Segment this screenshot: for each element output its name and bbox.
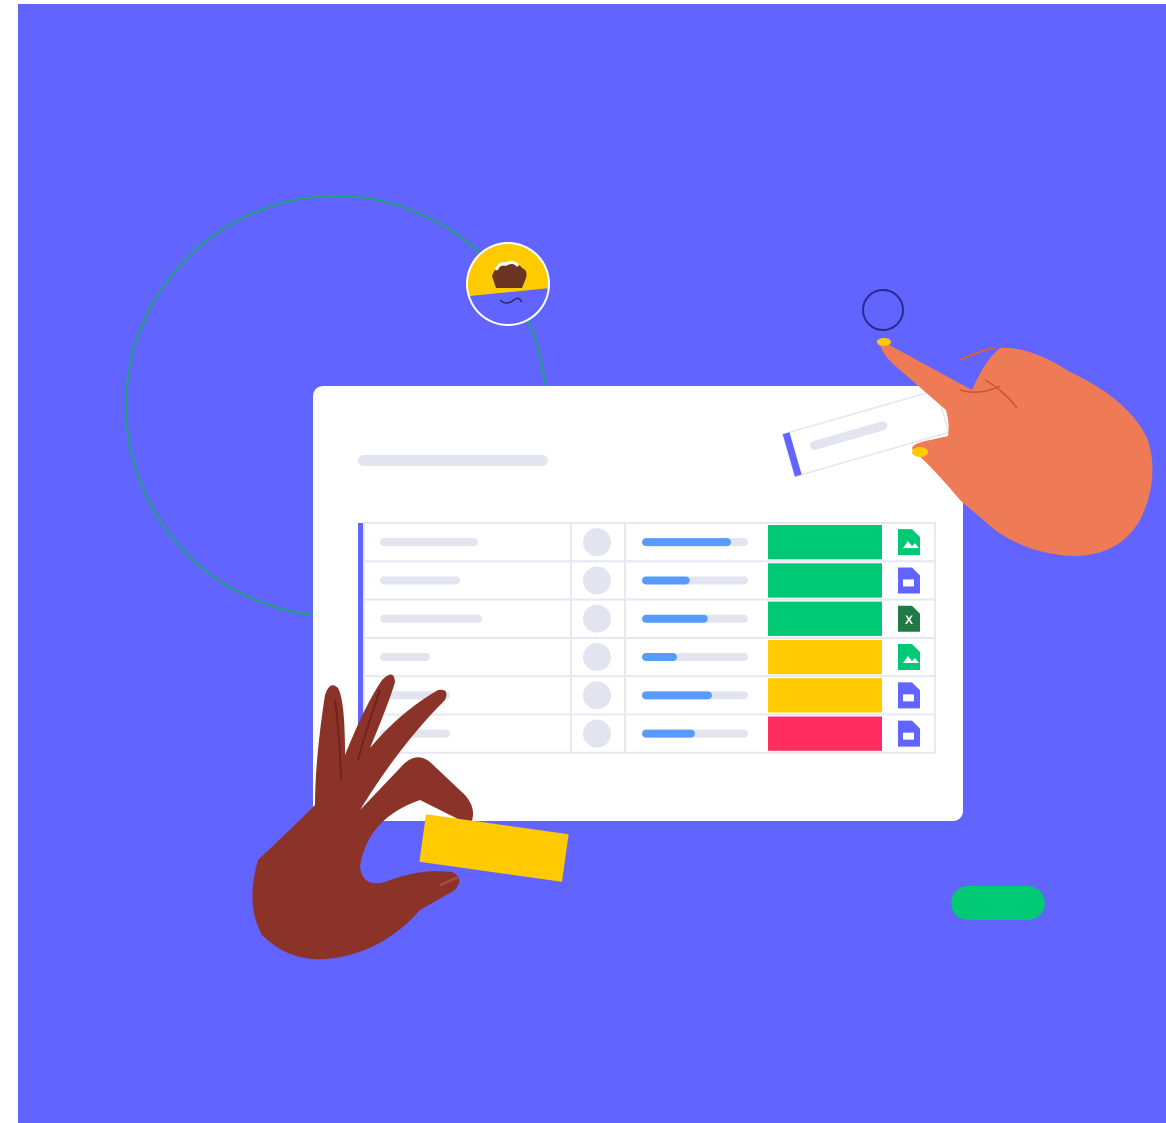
status-cell [768,639,882,675]
item-name-placeholder [380,576,460,585]
file-glyph [903,579,914,587]
green-pill [951,886,1045,920]
progress-fill [642,691,712,700]
status-cell [768,678,882,713]
status-cell [768,601,882,636]
item-name-placeholder [380,614,482,623]
file-glyph: X [905,613,913,627]
person-avatar [583,681,611,710]
item-name-placeholder [380,653,430,662]
progress-fill [642,538,732,547]
illustration-stage: X [18,4,1166,1123]
progress-fill [642,576,690,585]
progress-fill [642,729,695,738]
person-avatar [583,528,611,557]
file-glyph [903,732,914,740]
person-avatar [583,604,611,633]
progress-fill [642,614,708,623]
person-avatar [583,719,611,748]
board-title-placeholder [358,455,548,466]
file-glyph [903,694,914,702]
status-cell [768,716,882,751]
progress-fill [642,653,677,662]
person-avatar [583,643,611,672]
status-cell [768,563,882,598]
board-table: X [358,522,936,754]
illustration-canvas: X [18,4,1166,1123]
status-cell [768,525,882,560]
person-avatar [583,566,611,595]
item-name-placeholder [380,538,478,547]
